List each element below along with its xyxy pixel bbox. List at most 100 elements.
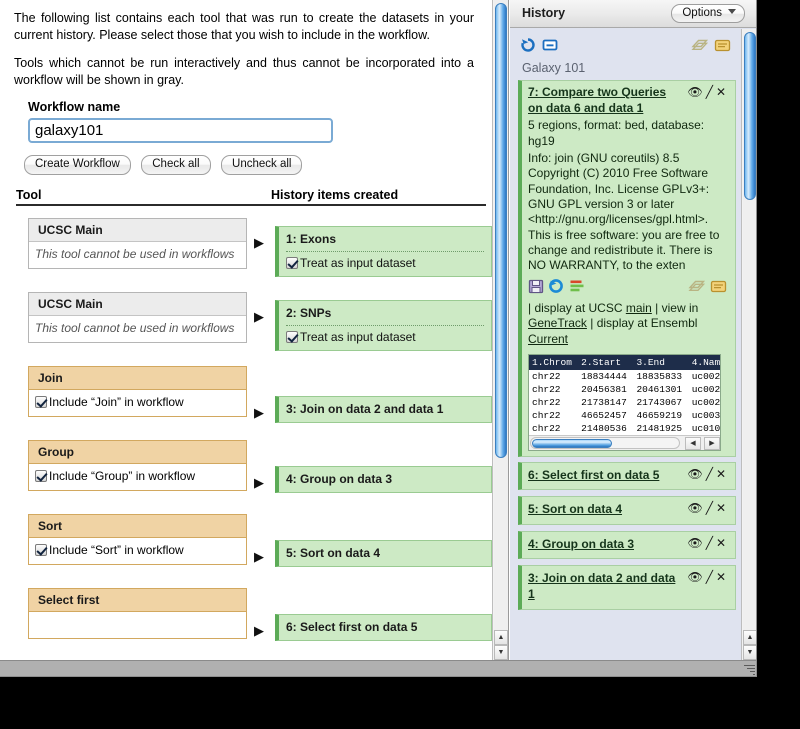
- tool-row: Select first ▶ 6: Select first on data 5: [14, 587, 492, 641]
- eye-icon[interactable]: 👁: [687, 536, 705, 550]
- peek-row: chr22 46652457 46659219 uc003bhh: [529, 409, 720, 422]
- delete-icon[interactable]: ✕: [716, 501, 729, 515]
- tool-disabled-note: This tool cannot be used in workflows: [29, 241, 246, 268]
- treat-as-input-checkbox[interactable]: [286, 330, 298, 343]
- delete-icon[interactable]: ✕: [716, 85, 729, 99]
- peek-cell: 21480536: [581, 422, 627, 434]
- eye-icon[interactable]: 👁: [687, 501, 705, 515]
- dataset-expanded[interactable]: 👁╱✕ 7: Compare two Queries on data 6 and…: [518, 80, 736, 457]
- scrollbar-thumb[interactable]: [495, 3, 507, 458]
- display-link[interactable]: main: [626, 301, 652, 315]
- pencil-icon[interactable]: ╱: [706, 570, 716, 584]
- history-toolbar: [520, 37, 731, 59]
- history-item-box: 2: SNPs Treat as input dataset: [275, 299, 492, 351]
- peek-cell: 20456381: [581, 383, 627, 395]
- treat-as-input-row[interactable]: Treat as input dataset: [286, 330, 484, 344]
- delete-icon[interactable]: ✕: [716, 536, 729, 550]
- collapse-all-icon[interactable]: [542, 37, 558, 58]
- eye-icon[interactable]: 👁: [687, 570, 705, 584]
- history-item-title: 3: Join on data 2 and data 1: [286, 401, 444, 416]
- tool-box: UCSC Main This tool cannot be used in wor…: [28, 217, 247, 269]
- tool-include-label: Include “Group” in workflow: [49, 468, 196, 483]
- dataset-collapsed[interactable]: 👁╱✕ 4: Group on data 3: [518, 530, 736, 560]
- dataset-action-icons: 👁╱✕: [687, 570, 729, 584]
- eye-icon[interactable]: 👁: [687, 467, 705, 481]
- peek-column-header: 2.Start: [578, 354, 634, 370]
- left-panel-scrollbar[interactable]: ▲ ▼: [492, 0, 508, 660]
- dataset-collapsed[interactable]: 👁╱✕ 6: Select first on data 5: [518, 461, 736, 491]
- check-all-button[interactable]: Check all: [141, 155, 211, 175]
- peek-cell: 20461301: [636, 383, 683, 395]
- tool-include-row[interactable]: Include “Sort” in workflow: [29, 537, 246, 564]
- scrollbar-thumb[interactable]: [744, 32, 756, 200]
- dataset-collapsed[interactable]: 👁╱✕ 3: Join on data 2 and data 1: [518, 565, 736, 610]
- display-link[interactable]: Current: [528, 332, 568, 346]
- peek-scroll-right-button[interactable]: ▶: [704, 436, 720, 450]
- tags-icon[interactable]: [687, 280, 710, 298]
- dataset-peek: 1.Chrom2.Start3.End4.Name chr22188344441…: [528, 353, 721, 451]
- tool-box: Sort Include “Sort” in workflow: [28, 513, 247, 565]
- tool-include-row[interactable]: Include “Join” in workflow: [29, 389, 246, 416]
- peek-scroll-thumb[interactable]: [532, 438, 612, 448]
- annotation-icon[interactable]: [714, 37, 731, 58]
- divider: [286, 250, 484, 252]
- history-panel: History Options Galaxy 101 👁╱✕ 7: Compar…: [510, 0, 756, 660]
- history-item-title: 1: Exons: [286, 231, 337, 246]
- tool-disabled-note: This tool cannot be used in workflows: [29, 315, 246, 342]
- tool-include-checkbox[interactable]: [35, 543, 47, 556]
- tool-name: Select first: [29, 588, 246, 612]
- tool-include-row[interactable]: [29, 611, 246, 638]
- peek-cell: chr22: [532, 383, 561, 395]
- history-item-title: 5: Sort on data 4: [286, 545, 381, 560]
- create-workflow-button[interactable]: Create Workflow: [24, 155, 131, 175]
- refresh-icon[interactable]: [520, 37, 536, 58]
- tool-include-row[interactable]: Include “Group” in workflow: [29, 463, 246, 490]
- annotation-icon[interactable]: [710, 280, 727, 298]
- chevron-down-icon: [728, 9, 736, 14]
- tool-row: Group Include “Group” in workflow ▶ 4: Grou…: [14, 439, 492, 502]
- tool-name: Join: [29, 366, 246, 390]
- history-item-box: 6: Select first on data 5: [275, 613, 492, 641]
- tool-include-checkbox[interactable]: [35, 469, 47, 482]
- display-link[interactable]: GeneTrack: [528, 316, 587, 330]
- dataset-display-links[interactable]: | display at UCSC main | view in GeneTra…: [528, 301, 729, 348]
- scroll-down-button[interactable]: ▼: [494, 645, 508, 660]
- eye-icon[interactable]: 👁: [687, 85, 705, 99]
- scroll-up-button[interactable]: ▲: [743, 630, 756, 645]
- delete-icon[interactable]: ✕: [716, 570, 729, 584]
- workflow-name-input[interactable]: [28, 118, 333, 143]
- resize-grip[interactable]: [742, 663, 755, 676]
- history-name: Galaxy 101: [522, 61, 586, 75]
- scroll-up-button[interactable]: ▲: [494, 630, 508, 645]
- uncheck-all-button[interactable]: Uncheck all: [221, 155, 303, 175]
- pencil-icon[interactable]: ╱: [706, 85, 716, 99]
- treat-as-input-checkbox[interactable]: [286, 256, 298, 269]
- history-options-button[interactable]: Options: [671, 4, 745, 23]
- peek-cell: 18834444: [581, 370, 627, 382]
- peek-horizontal-scrollbar[interactable]: ◀ ▶: [529, 434, 720, 450]
- tags-icon[interactable]: [691, 37, 709, 58]
- treat-as-input-row[interactable]: Treat as input dataset: [286, 256, 484, 270]
- tool-include-checkbox[interactable]: [35, 395, 47, 408]
- pencil-icon[interactable]: ╱: [706, 501, 716, 515]
- peek-scroll-left-button[interactable]: ◀: [685, 436, 701, 450]
- tool-name: UCSC Main: [29, 292, 246, 316]
- peek-column-header: 4.Name: [688, 354, 720, 370]
- flow-arrow-icon: ▶: [254, 622, 264, 638]
- pencil-icon[interactable]: ╱: [706, 536, 716, 550]
- save-icon[interactable]: [528, 279, 548, 298]
- delete-icon[interactable]: ✕: [716, 467, 729, 481]
- pencil-icon[interactable]: ╱: [706, 467, 716, 481]
- window-body: The following list contains each tool th…: [0, 0, 756, 660]
- peek-cell: 46659219: [636, 409, 683, 421]
- button-row: Create Workflow Check all Uncheck all: [24, 154, 478, 175]
- history-panel-scrollbar[interactable]: ▲ ▼: [741, 29, 756, 660]
- peek-header-row: 1.Chrom2.Start3.End4.Name: [529, 354, 720, 370]
- flow-arrow-icon: ▶: [254, 234, 264, 250]
- history-item-title: 6: Select first on data 5: [286, 619, 418, 634]
- scroll-down-button[interactable]: ▼: [743, 645, 756, 660]
- rerun-icon[interactable]: [548, 278, 568, 298]
- flow-arrow-icon: ▶: [254, 404, 264, 420]
- dataset-collapsed[interactable]: 👁╱✕ 5: Sort on data 4: [518, 496, 736, 525]
- visualize-icon[interactable]: [569, 280, 585, 298]
